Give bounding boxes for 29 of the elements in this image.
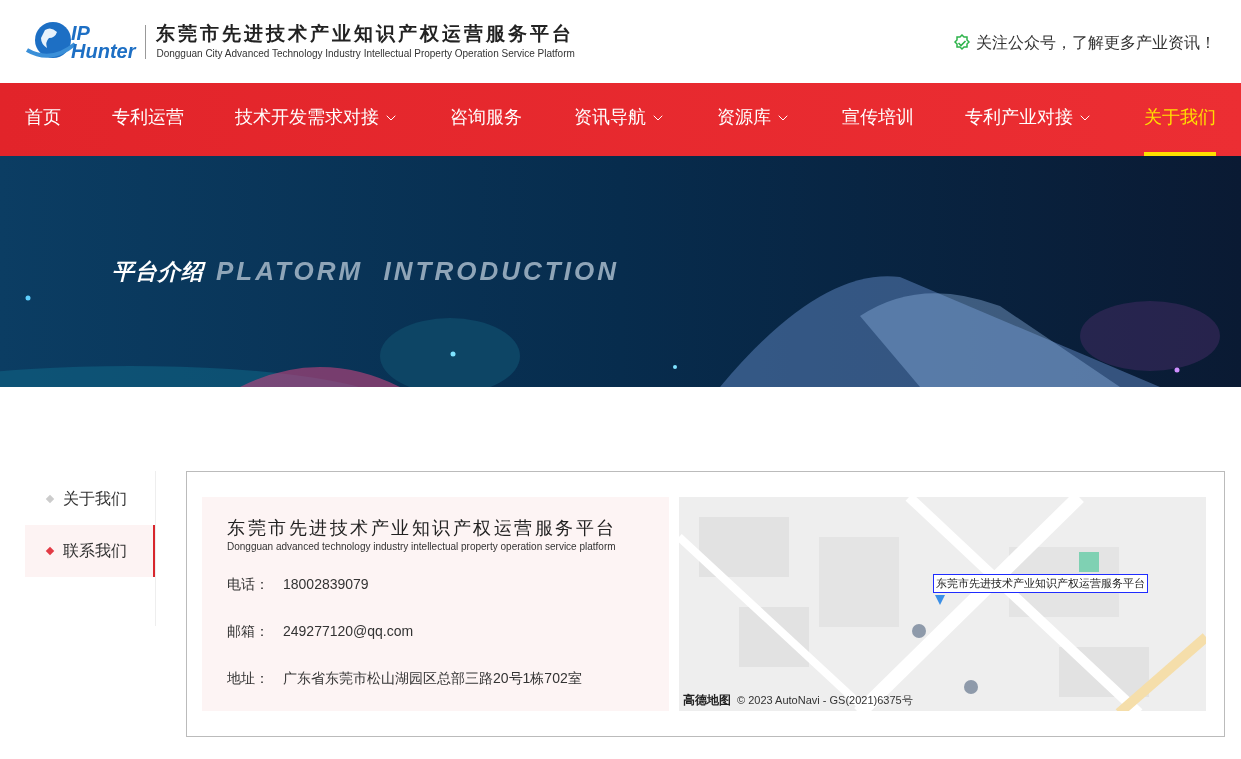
field-value: 18002839079 <box>283 575 369 594</box>
field-value: 广东省东莞市松山湖园区总部三路20号1栋702室 <box>283 669 582 688</box>
map-copyright: © 2023 AutoNavi - GS(2021)6375号 <box>737 692 913 708</box>
nav-tab[interactable]: 专利产业对接 <box>964 83 1093 156</box>
field-label: 邮箱： <box>227 622 270 641</box>
nav-tab[interactable]: 资讯导航 <box>573 83 666 156</box>
map-brand: 高德地图 <box>683 692 731 709</box>
field-label: 电话： <box>227 575 270 594</box>
nav-tab[interactable]: 宣传培训 <box>841 83 914 156</box>
nav-tab[interactable]: 资源库 <box>716 83 791 156</box>
contact-title: 东莞市先进技术产业知识产权运营服务平台 <box>227 517 618 539</box>
contact-subtitle: Dongguan advanced technology industry intellectual property operation service platform <box>227 540 617 554</box>
verified-badge-icon <box>953 33 971 52</box>
logo-wordmark: IP Hunter <box>71 23 136 60</box>
map-pin-icon <box>935 595 945 605</box>
field-label: 地址： <box>227 669 270 688</box>
nav-tab[interactable]: 首页 <box>25 83 61 156</box>
follow-notice: 关注公众号，了解更多产业资讯！ <box>976 32 1216 53</box>
banner-title: 平台介绍 <box>112 258 204 286</box>
sidebar-item[interactable]: 关于我们 <box>25 473 155 525</box>
sidebar-item[interactable]: 联系我们 <box>25 525 155 577</box>
nav-tab[interactable]: 专利运营 <box>112 83 185 156</box>
nav-tab[interactable]: 咨询服务 <box>450 83 523 156</box>
nav-tab[interactable]: 技术开发需求对接 <box>235 83 400 156</box>
site-subtitle: Dongguan City Advanced Technology Industry Intellectual Property Operation Service Platform <box>156 47 575 61</box>
map-marker-label: 东莞市先进技术产业知识产权运营服务平台 <box>933 574 1148 593</box>
site-title: 东莞市先进技术产业知识产权运营服务平台 <box>156 22 575 46</box>
banner-subtitle: PLATORM INTRODUCTION <box>216 255 619 288</box>
field-value: 249277120@qq.com <box>283 622 414 641</box>
